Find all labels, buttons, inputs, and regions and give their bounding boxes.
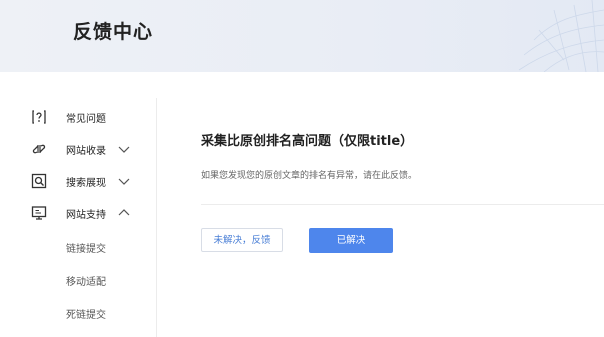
sidebar-subitem-dead-link-submit[interactable]: 死链提交 bbox=[66, 306, 106, 321]
question-title: 采集比原创排名高问题（仅限title） bbox=[201, 134, 414, 149]
sidebar-item-label: 搜索展现 bbox=[66, 178, 106, 189]
chevron-down-icon bbox=[118, 146, 130, 153]
chevron-down-icon bbox=[118, 178, 130, 185]
sidebar-item-search-display[interactable]: 搜索展现 bbox=[0, 170, 155, 194]
page-title: 反馈中心 bbox=[73, 21, 154, 43]
header-decoration-graphic bbox=[518, 0, 604, 72]
sidebar-item-label: 常见问题 bbox=[66, 114, 106, 125]
sidebar-nav: 常见问题 网站收录 搜索展现 网站支持 链接提交 移动适配 死链提交 bbox=[0, 98, 157, 337]
monitor-icon bbox=[31, 206, 47, 220]
sidebar-item-site-support[interactable]: 网站支持 bbox=[0, 202, 155, 226]
chevron-up-icon bbox=[118, 209, 130, 216]
page-header: 反馈中心 bbox=[0, 0, 604, 72]
sidebar-item-site-indexing[interactable]: 网站收录 bbox=[0, 138, 155, 162]
sidebar-item-label: 网站收录 bbox=[66, 146, 106, 157]
question-doc-icon bbox=[32, 110, 46, 124]
search-display-icon bbox=[31, 173, 47, 189]
question-description: 如果您发现您的原创文章的排名有异常，请在此反馈。 bbox=[201, 171, 418, 181]
sidebar-item-label: 网站支持 bbox=[66, 210, 106, 221]
sidebar-item-faq[interactable]: 常见问题 bbox=[0, 106, 155, 130]
link-icon bbox=[32, 144, 46, 154]
unresolved-feedback-button[interactable]: 未解决，反馈 bbox=[201, 228, 283, 252]
divider bbox=[201, 204, 604, 205]
sidebar-subitem-mobile-adapt[interactable]: 移动适配 bbox=[66, 273, 106, 288]
sidebar-subitem-link-submit[interactable]: 链接提交 bbox=[66, 240, 106, 255]
resolved-button[interactable]: 已解决 bbox=[309, 228, 393, 253]
